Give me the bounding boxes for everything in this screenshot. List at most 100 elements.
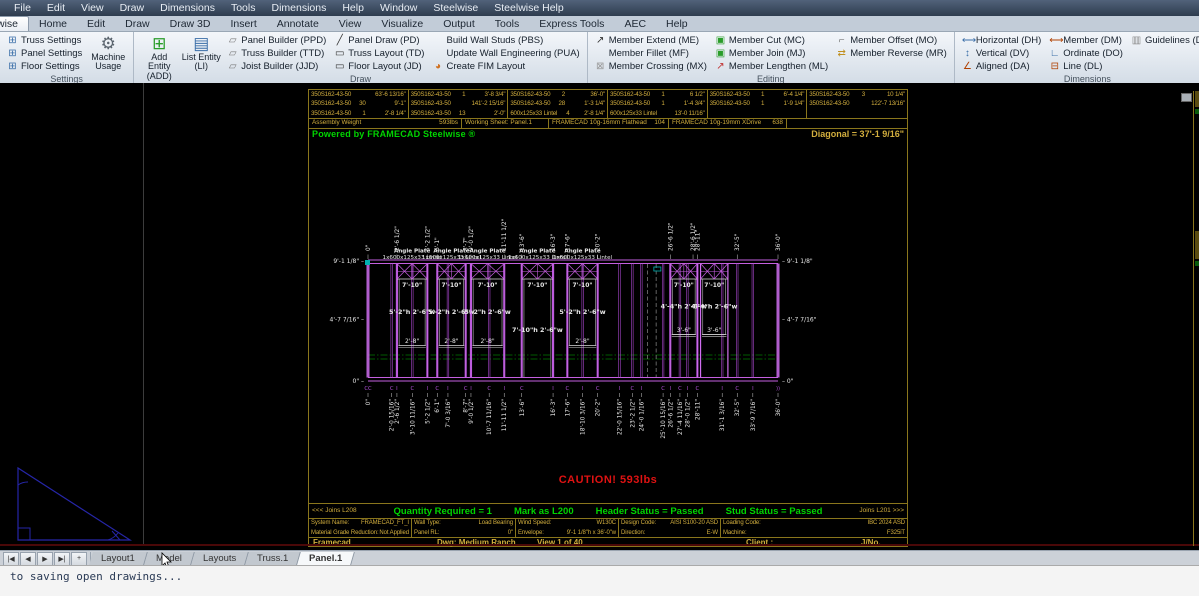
horizontal-dh-button[interactable]: ⟷Horizontal (DH)	[960, 34, 1043, 47]
ribbon-group-editing: ↗Member Extend (ME)Member Fillet (MF)⊠Me…	[588, 32, 955, 84]
menu-dimensions[interactable]: Dimensions	[263, 1, 334, 15]
next-layout-button[interactable]: ▶	[37, 552, 53, 566]
triangle-drawing	[8, 465, 148, 545]
prev-layout-button[interactable]: ◀	[20, 552, 36, 566]
ribbon-tab-help[interactable]: Help	[656, 17, 698, 31]
svg-text:– 0": – 0"	[782, 378, 794, 385]
member-length	[865, 109, 905, 118]
svg-text:0": 0"	[366, 399, 372, 406]
ribbon-tab-aec[interactable]: AEC	[614, 17, 656, 31]
ribbon-tab-tools[interactable]: Tools	[485, 17, 530, 31]
cut-list-row: 350S162-43-50141'-2 15/16"	[411, 99, 506, 108]
layout-tab-layouts[interactable]: Layouts	[191, 552, 249, 565]
menu-draw[interactable]: Draw	[112, 1, 153, 15]
add-entity-icon: ⊞	[152, 35, 166, 53]
layout-tab-model[interactable]: Model	[144, 552, 195, 565]
menu-window[interactable]: Window	[372, 1, 425, 15]
menu-view[interactable]: View	[73, 1, 112, 15]
member-crossing-mx-button[interactable]: ⊠Member Crossing (MX)	[593, 60, 709, 73]
member-qty	[750, 109, 764, 118]
member-length: 2'-8 1/4"	[366, 109, 406, 118]
menu-steelwise-help[interactable]: Steelwise Help	[486, 1, 571, 15]
update-wall-engineering-pua-button[interactable]: Update Wall Engineering (PUA)	[430, 47, 581, 60]
svg-text:2'-6 1/2": 2'-6 1/2"	[395, 399, 401, 424]
svg-text:C: C	[565, 386, 569, 392]
member-extend-me-button[interactable]: ↗Member Extend (ME)	[593, 34, 709, 47]
layout-tab-panel-1[interactable]: Panel.1	[297, 552, 355, 565]
member-cut-mc-button[interactable]: ▣Member Cut (MC)	[713, 34, 830, 47]
member-lengthen-ml-button[interactable]: ↗Member Lengthen (ML)	[713, 60, 830, 73]
svg-text:32'-5": 32'-5"	[735, 233, 741, 251]
member-join-mj-button[interactable]: ▣Member Join (MJ)	[713, 47, 830, 60]
member-dm-button[interactable]: ⟷Member (DM)	[1047, 34, 1125, 47]
ribbon-tab-draw-3d[interactable]: Draw 3D	[160, 17, 221, 31]
aligned-da-button[interactable]: ∠Aligned (DA)	[960, 60, 1043, 73]
drawing-canvas[interactable]: 350S162-43-5063'-6 13/16"350S162-43-5030…	[0, 83, 1199, 550]
add-entity-add-button[interactable]: ⊞Add Entity (ADD)	[139, 34, 179, 73]
button-label: Floor Settings	[21, 61, 80, 72]
menu-steelwise[interactable]: Steelwise	[425, 1, 486, 15]
member-length: 10 1/4"	[865, 90, 905, 99]
menu-tools[interactable]: Tools	[223, 1, 264, 15]
menu-help[interactable]: Help	[334, 1, 372, 15]
cut-list-row: 350S162-43-50122'-7 13/16"	[809, 99, 905, 108]
last-layout-button[interactable]: ▶|	[54, 552, 70, 566]
panel-draw-pd-button[interactable]: ╱Panel Draw (PD)	[332, 34, 426, 47]
svg-text:31'-1 3/16": 31'-1 3/16"	[720, 399, 726, 432]
first-layout-button[interactable]: |◀	[3, 552, 19, 566]
joist-builder-jjd-button[interactable]: ▱Joist Builder (JJD)	[225, 60, 328, 73]
panel-settings-button[interactable]: ⊞Panel Settings	[5, 47, 84, 60]
member-qty	[851, 109, 865, 118]
ribbon-tab-draw[interactable]: Draw	[115, 17, 160, 31]
ribbon-tab-home[interactable]: Home	[29, 17, 77, 31]
svg-text:C: C	[435, 386, 439, 392]
button-label: Member Fillet (MF)	[609, 48, 689, 59]
assembly-cell-4: FRAMECAD 10g-19mm XDrive638	[669, 118, 787, 128]
floor-layout-jd-button[interactable]: ▭Floor Layout (JD)	[332, 60, 426, 73]
build-wall-studs-pbs-button[interactable]: Build Wall Studs (PBS)	[430, 34, 581, 47]
member-qty: 13	[451, 109, 465, 118]
ribbon-tab-insert[interactable]: Insert	[220, 17, 266, 31]
ribbon-tab-view[interactable]: View	[329, 17, 372, 31]
caution-text: CAUTION! 593lbs	[309, 474, 907, 486]
layout-tab-truss-1[interactable]: Truss.1	[245, 552, 301, 565]
list-entity-li-button[interactable]: ▤List Entity (LI)	[181, 34, 221, 73]
ribbon-tab-visualize[interactable]: Visualize	[371, 17, 433, 31]
svg-text:16'-3": 16'-3"	[551, 233, 557, 251]
ribbon-tab-output[interactable]: Output	[433, 17, 485, 31]
panel-builder-ppd-button[interactable]: ▱Panel Builder (PPD)	[225, 34, 328, 47]
member-offset-mo-button[interactable]: ⌐Member Offset (MO)	[834, 34, 949, 47]
create-fim-layout-button[interactable]: ◕Create FIM Layout	[430, 60, 581, 73]
svg-text:I: I	[721, 386, 723, 392]
member-fillet-mf-button[interactable]: Member Fillet (MF)	[593, 47, 709, 60]
ribbon-tab-express-tools[interactable]: Express Tools	[529, 17, 614, 31]
command-line[interactable]: to saving open drawings...	[0, 565, 1199, 596]
ribbon-tab-annotate[interactable]: Annotate	[267, 17, 329, 31]
svg-text:6'-1": 6'-1"	[435, 237, 441, 251]
member-length: 1'-4 3/4"	[665, 99, 705, 108]
ribbon-tab-edit[interactable]: Edit	[77, 17, 115, 31]
member-profile: 350S162-43-50	[411, 109, 452, 118]
svg-text:3'-10 11/16": 3'-10 11/16"	[410, 399, 416, 435]
truss-builder-ttd-button[interactable]: ▱Truss Builder (TTD)	[225, 47, 328, 60]
layout-tab-label: Layout1	[101, 552, 135, 565]
machine-usage-button[interactable]: ⚙Machine Usage	[88, 34, 128, 73]
ordinate-do-button[interactable]: ∟Ordinate (DO)	[1047, 47, 1125, 60]
cut-list-row: 350S162-43-50309'-1"	[311, 99, 406, 108]
svg-text:I: I	[687, 386, 689, 392]
menu-edit[interactable]: Edit	[39, 1, 73, 15]
member-offset-icon: ⌐	[836, 35, 847, 46]
member-reverse-mr-button[interactable]: ⇄Member Reverse (MR)	[834, 47, 949, 60]
menu-dimensions[interactable]: Dimensions	[152, 1, 223, 15]
floor-settings-button[interactable]: ⊞Floor Settings	[5, 60, 84, 73]
vertical-dv-button[interactable]: ↕Vertical (DV)	[960, 47, 1043, 60]
ribbon-tab-wise[interactable]: wise	[0, 16, 29, 31]
line-dl-button[interactable]: ⊟Line (DL)	[1047, 60, 1125, 73]
menu-file[interactable]: File	[6, 1, 39, 15]
truss-settings-button[interactable]: ⊞Truss Settings	[5, 34, 84, 47]
guidelines-dg-button[interactable]: ▥Guidelines (DG)	[1129, 34, 1199, 47]
truss-layout-td-button[interactable]: ▭Truss Layout (TD)	[332, 47, 426, 60]
svg-text:17'-6": 17'-6"	[565, 399, 571, 417]
layout-tab-layout1[interactable]: Layout1	[89, 552, 148, 565]
new-layout-button[interactable]: +	[71, 552, 87, 566]
